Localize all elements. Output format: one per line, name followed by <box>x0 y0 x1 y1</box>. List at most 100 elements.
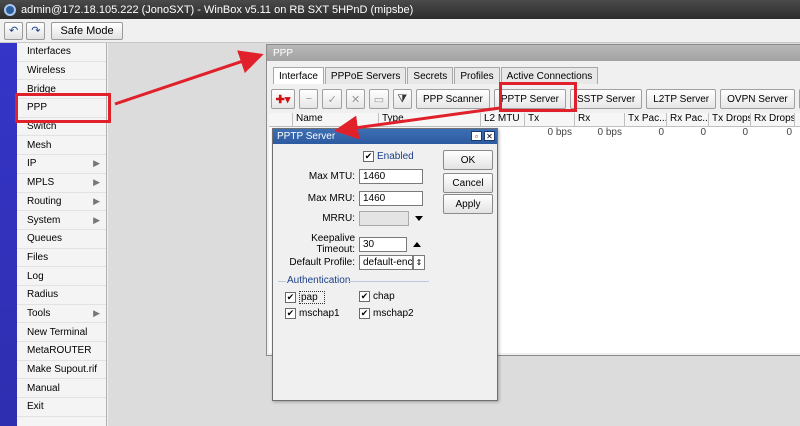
default-profile-row: Default Profile: default-encr ⇕ <box>273 255 425 270</box>
column-rx-drops[interactable]: Rx Drops <box>751 113 795 126</box>
mrru-label: MRRU: <box>322 213 355 224</box>
default-profile-label: Default Profile: <box>289 257 355 268</box>
sidebar-item-routing[interactable]: Routing ▶ <box>17 193 106 212</box>
authentication-heading: Authentication <box>287 275 351 286</box>
tab-interface[interactable]: Interface <box>273 67 324 84</box>
keepalive-row: Keepalive Timeout: 30 <box>273 233 421 255</box>
sidebar-item-label: Mesh <box>27 139 52 151</box>
column-type[interactable]: Type <box>379 113 481 126</box>
sidebar-item-label: Radius <box>27 289 59 301</box>
submenu-arrow-icon: ▶ <box>93 195 100 206</box>
column-name[interactable]: Name <box>293 113 379 126</box>
pptp-dialog-titlebar[interactable]: PPTP Server ▫ ✕ <box>273 129 497 144</box>
close-icon[interactable]: ✕ <box>484 131 495 141</box>
pptp-server-highlight <box>499 82 577 112</box>
sidebar-item-interfaces[interactable]: Interfaces <box>17 43 106 62</box>
cell-tx-packets: 0 <box>658 127 664 138</box>
auth-pap[interactable]: ✔ pap <box>285 291 325 304</box>
enabled-row: ✔ Enabled <box>363 151 414 162</box>
auth-mschap1[interactable]: ✔ mschap1 <box>285 308 340 319</box>
max-mru-input[interactable]: 1460 <box>359 191 423 206</box>
auth-divider-left <box>278 281 286 282</box>
max-mtu-input[interactable]: 1460 <box>359 169 423 184</box>
keepalive-input[interactable]: 30 <box>359 236 407 252</box>
comment-button[interactable]: ▭ <box>369 89 389 109</box>
redo-icon: ↷ <box>31 25 41 37</box>
column-rx[interactable]: Rx <box>575 113 625 126</box>
column-rx-packets[interactable]: Rx Pac... <box>667 113 709 126</box>
sidebar-item-label: Make Supout.rif <box>27 364 98 376</box>
mrru-dropdown-icon[interactable] <box>415 216 423 221</box>
restore-icon[interactable]: ▫ <box>471 131 482 141</box>
sidebar-item-label: Manual <box>27 382 60 394</box>
default-profile-select[interactable]: default-encr <box>359 255 413 270</box>
column-l2mtu[interactable]: L2 MTU <box>481 113 525 126</box>
ppp-scanner-button[interactable]: PPP Scanner <box>415 89 490 109</box>
submenu-arrow-icon: ▶ <box>93 158 100 169</box>
mschap1-checkbox[interactable]: ✔ <box>285 308 296 319</box>
sidebar-item-wireless[interactable]: Wireless <box>17 62 106 81</box>
sidebar-item-mesh[interactable]: Mesh <box>17 136 106 156</box>
sidebar-item-label: Routing <box>27 195 62 207</box>
auth-chap[interactable]: ✔ chap <box>359 291 395 302</box>
disable-button[interactable]: ✕ <box>345 89 366 109</box>
tab-pppoe-servers[interactable]: PPPoE Servers <box>324 67 407 84</box>
main-toolbar: ↶ ↷ Safe Mode <box>0 19 800 43</box>
sidebar-item-exit[interactable]: Exit <box>17 398 106 417</box>
cross-icon: ✕ <box>350 93 361 106</box>
winbox-icon <box>4 3 16 16</box>
ppp-window-title[interactable]: PPP <box>267 45 800 61</box>
keepalive-collapse-icon[interactable] <box>413 241 421 247</box>
ovpn-server-button[interactable]: OVPN Server <box>720 89 795 109</box>
remove-button[interactable]: − <box>299 89 319 109</box>
interface-list-header: Name Type L2 MTU Tx Rx Tx Pac... Rx Pac.… <box>269 113 800 127</box>
sidebar-item-log[interactable]: Log <box>17 267 106 286</box>
sstp-server-button[interactable]: SSTP Server <box>570 89 643 109</box>
sidebar-item-files[interactable]: Files <box>17 249 106 268</box>
cancel-button[interactable]: Cancel <box>443 173 493 193</box>
sidebar-item-label: New Terminal <box>27 326 88 338</box>
comment-icon: ▭ <box>373 93 385 106</box>
sidebar-item-new-terminal[interactable]: New Terminal <box>17 323 106 342</box>
sidebar-item-label: IP <box>27 158 37 170</box>
sidebar-item-radius[interactable]: Radius <box>17 286 106 305</box>
sidebar-item-mpls[interactable]: MPLS ▶ <box>17 174 106 193</box>
enabled-checkbox[interactable]: ✔ <box>363 151 374 162</box>
tab-profiles[interactable]: Profiles <box>454 67 500 84</box>
sidebar-item-ip[interactable]: IP ▶ <box>17 155 106 174</box>
auth-mschap2[interactable]: ✔ mschap2 <box>359 308 414 319</box>
max-mru-label: Max MRU: <box>307 193 355 204</box>
sidebar-item-make-supout-rif[interactable]: Make Supout.rif <box>17 361 106 380</box>
l2tp-server-button[interactable]: L2TP Server <box>646 89 717 109</box>
safe-mode-button[interactable]: Safe Mode <box>51 21 123 40</box>
apply-button[interactable]: Apply <box>443 194 493 214</box>
column-tx-drops[interactable]: Tx Drops <box>709 113 751 126</box>
tab-secrets[interactable]: Secrets <box>407 67 454 84</box>
redo-button[interactable]: ↷ <box>26 21 46 40</box>
max-mtu-row: Max MTU: 1460 <box>273 169 423 184</box>
ok-button[interactable]: OK <box>443 150 493 170</box>
auth-divider-right <box>349 281 429 282</box>
sidebar-item-queues[interactable]: Queues <box>17 230 106 249</box>
filter-button[interactable]: ⧩ <box>392 89 412 109</box>
default-profile-dropdown-icon[interactable]: ⇕ <box>413 255 425 270</box>
column-tx[interactable]: Tx <box>525 113 575 126</box>
sidebar-item-metarouter[interactable]: MetaROUTER <box>17 342 106 361</box>
sidebar-item-label: Tools <box>27 307 51 319</box>
sidebar-item-manual[interactable]: Manual <box>17 379 106 399</box>
pptp-server-dialog: PPTP Server ▫ ✕ ✔ Enabled Max MTU: 1460 … <box>272 128 498 401</box>
pap-checkbox[interactable]: ✔ <box>285 292 296 303</box>
column-tx-packets[interactable]: Tx Pac... <box>625 113 667 126</box>
plus-icon: ✚▾ <box>275 93 291 106</box>
keepalive-label: Keepalive Timeout: <box>311 233 355 255</box>
sidebar-item-system[interactable]: System ▶ <box>17 211 106 230</box>
add-button[interactable]: ✚▾ <box>271 89 296 109</box>
sidebar-item-tools[interactable]: Tools ▶ <box>17 305 106 324</box>
mrru-input[interactable] <box>359 211 409 226</box>
mschap2-checkbox[interactable]: ✔ <box>359 308 370 319</box>
undo-button[interactable]: ↶ <box>4 21 24 40</box>
chap-checkbox[interactable]: ✔ <box>359 291 370 302</box>
sidebar-item-label: Interfaces <box>27 46 71 58</box>
max-mtu-label: Max MTU: <box>308 171 355 182</box>
enable-button[interactable]: ✓ <box>322 89 342 109</box>
